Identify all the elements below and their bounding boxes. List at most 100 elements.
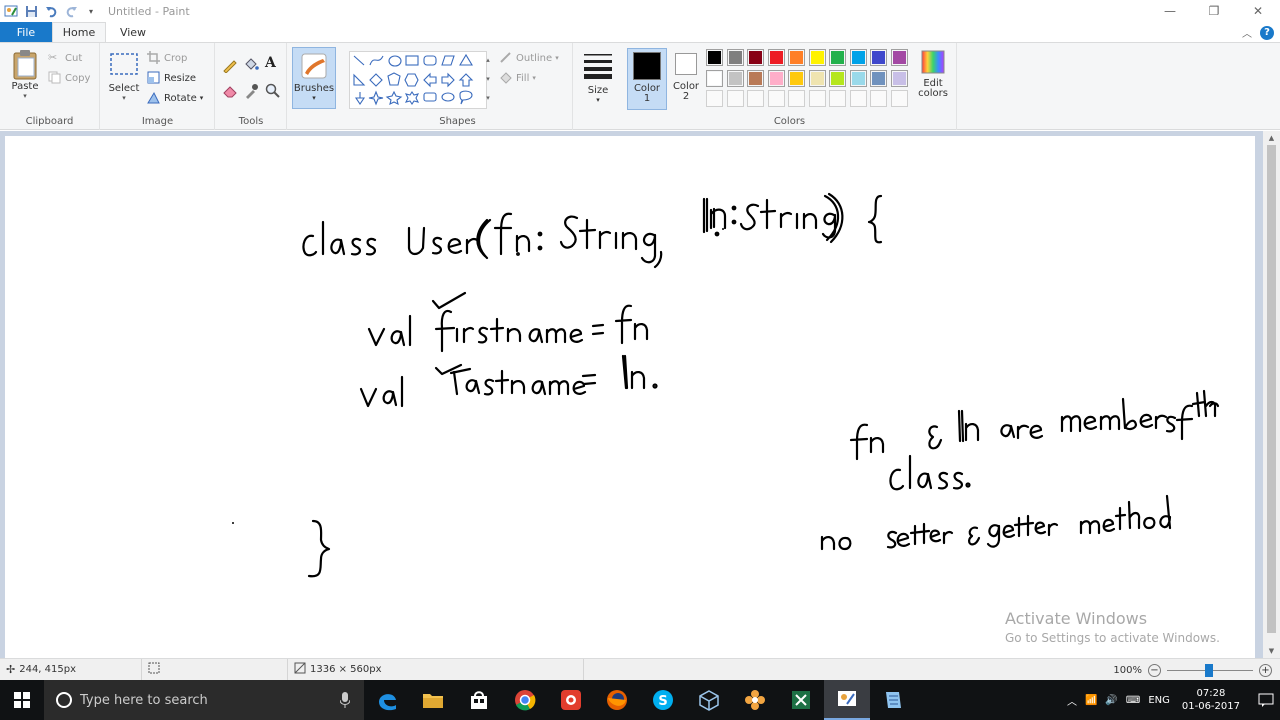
cut-button[interactable]: ✂ Cut — [48, 49, 82, 67]
palette-color[interactable] — [767, 69, 785, 87]
edit-colors-button[interactable]: Edit colors — [913, 49, 953, 99]
palette-empty-slot[interactable] — [849, 90, 867, 107]
palette-color[interactable] — [870, 49, 887, 66]
zoom-in-icon[interactable]: + — [1259, 663, 1272, 677]
drawing-canvas[interactable] — [5, 136, 1255, 658]
palette-color[interactable] — [726, 69, 744, 87]
palette-color[interactable] — [808, 49, 826, 66]
fill-button[interactable]: Fill ▾ — [499, 69, 536, 87]
edge-app[interactable] — [364, 680, 410, 720]
customize-toolbar-icon[interactable]: ▾ — [84, 4, 98, 18]
paste-button[interactable]: Paste ▾ — [8, 49, 42, 100]
tab-view[interactable]: View — [106, 22, 160, 42]
outline-button[interactable]: Outline ▾ — [499, 49, 559, 67]
zoom-out-icon[interactable]: − — [1148, 663, 1161, 677]
save-icon[interactable] — [24, 4, 38, 18]
resize-button[interactable]: Resize — [147, 69, 196, 87]
palette-empty-slot[interactable] — [890, 90, 908, 107]
palette-empty-slot[interactable] — [726, 90, 744, 107]
virtualbox-app[interactable] — [686, 680, 732, 720]
language-indicator[interactable]: ENG — [1148, 695, 1170, 706]
palette-color[interactable] — [870, 69, 887, 87]
undo-icon[interactable] — [44, 4, 58, 18]
paint-running-app[interactable] — [824, 680, 870, 720]
redo-icon[interactable] — [64, 4, 78, 18]
tab-file[interactable]: File — [0, 22, 52, 42]
excel-app[interactable] — [778, 680, 824, 720]
store-app[interactable] — [456, 680, 502, 720]
minimize-icon[interactable]: — — [1148, 0, 1192, 22]
palette-empty-slot[interactable] — [870, 90, 887, 107]
screen-recorder-app[interactable] — [548, 680, 594, 720]
palette-color[interactable] — [788, 49, 805, 66]
palette-color[interactable] — [849, 69, 867, 87]
tab-home[interactable]: Home — [52, 22, 106, 42]
palette-empty-slot[interactable] — [788, 90, 805, 107]
scroll-up-icon[interactable]: ▲ — [1263, 131, 1280, 145]
scrollbar-thumb[interactable] — [1267, 145, 1276, 633]
network-icon[interactable]: 📶 — [1085, 695, 1097, 706]
palette-color[interactable] — [747, 69, 764, 87]
palette-color[interactable] — [706, 49, 723, 66]
palette-color[interactable] — [829, 69, 846, 87]
chrome-app[interactable] — [502, 680, 548, 720]
palette-color[interactable] — [808, 69, 826, 87]
firefox-app[interactable] — [594, 680, 640, 720]
rotate-button[interactable]: Rotate ▾ — [147, 89, 203, 107]
palette-color[interactable] — [747, 49, 764, 66]
palette-empty-slot[interactable] — [767, 90, 785, 107]
collapse-ribbon-icon[interactable]: ︿ — [1242, 25, 1252, 40]
start-button[interactable] — [0, 680, 44, 720]
zoom-slider-thumb[interactable] — [1205, 663, 1213, 677]
select-button[interactable]: Select ▾ — [107, 51, 141, 102]
palette-color[interactable] — [849, 49, 867, 66]
notification-center-icon[interactable] — [1252, 693, 1280, 707]
show-hidden-icons-icon[interactable]: ︿ — [1067, 693, 1077, 708]
scroll-down-icon[interactable]: ▼ — [1263, 644, 1280, 658]
taskbar-search-box[interactable]: Type here to search — [44, 680, 364, 720]
color1-button[interactable]: Color 1 — [627, 48, 667, 110]
vertical-scrollbar[interactable]: ▲ ▼ — [1263, 131, 1280, 658]
palette-color[interactable] — [706, 69, 723, 87]
palette-empty-slot[interactable] — [747, 90, 764, 107]
edit-colors-icon — [921, 50, 945, 74]
paint-app-alt[interactable] — [732, 680, 778, 720]
title-bar: ▾ Untitled - Paint — ❐ ✕ — [0, 0, 1280, 22]
skype-app[interactable]: S — [640, 680, 686, 720]
palette-color[interactable] — [829, 49, 846, 66]
file-explorer-app[interactable] — [410, 680, 456, 720]
clock[interactable]: 07:28 01-06-2017 — [1178, 687, 1244, 713]
crop-button[interactable]: Crop — [147, 49, 187, 67]
zoom-slider[interactable] — [1167, 663, 1253, 677]
palette-swatch-fill — [749, 51, 762, 64]
palette-color[interactable] — [788, 69, 805, 87]
close-icon[interactable]: ✕ — [1236, 0, 1280, 22]
color-picker-icon[interactable] — [243, 83, 258, 99]
eraser-icon[interactable] — [222, 83, 237, 98]
color2-button[interactable]: Color 2 — [671, 48, 701, 110]
skype-icon: S — [653, 690, 673, 710]
microphone-icon[interactable] — [339, 692, 351, 712]
shapes-scroll[interactable]: ▴ ▾ ▾ — [483, 51, 493, 109]
palette-empty-slot[interactable] — [706, 90, 723, 107]
brushes-button[interactable]: Brushes ▾ — [292, 47, 336, 109]
text-icon[interactable]: A — [265, 55, 279, 71]
keyboard-icon[interactable]: ⌨ — [1126, 695, 1140, 706]
help-icon[interactable]: ? — [1260, 25, 1274, 40]
notepad-app[interactable] — [870, 680, 916, 720]
palette-color[interactable] — [726, 49, 744, 66]
fill-bucket-icon[interactable] — [243, 57, 259, 71]
palette-empty-slot[interactable] — [829, 90, 846, 107]
copy-button[interactable]: Copy — [48, 69, 90, 87]
restore-icon[interactable]: ❐ — [1192, 0, 1236, 22]
camera-icon — [561, 690, 581, 710]
palette-color[interactable] — [890, 69, 908, 87]
palette-color[interactable] — [767, 49, 785, 66]
pencil-icon[interactable] — [222, 57, 237, 74]
palette-empty-slot[interactable] — [808, 90, 826, 107]
shapes-gallery[interactable] — [349, 51, 487, 109]
palette-color[interactable] — [890, 49, 908, 66]
size-button[interactable]: Size ▾ — [580, 51, 616, 104]
magnifier-icon[interactable] — [265, 83, 280, 98]
volume-icon[interactable]: 🔊 — [1105, 695, 1117, 706]
